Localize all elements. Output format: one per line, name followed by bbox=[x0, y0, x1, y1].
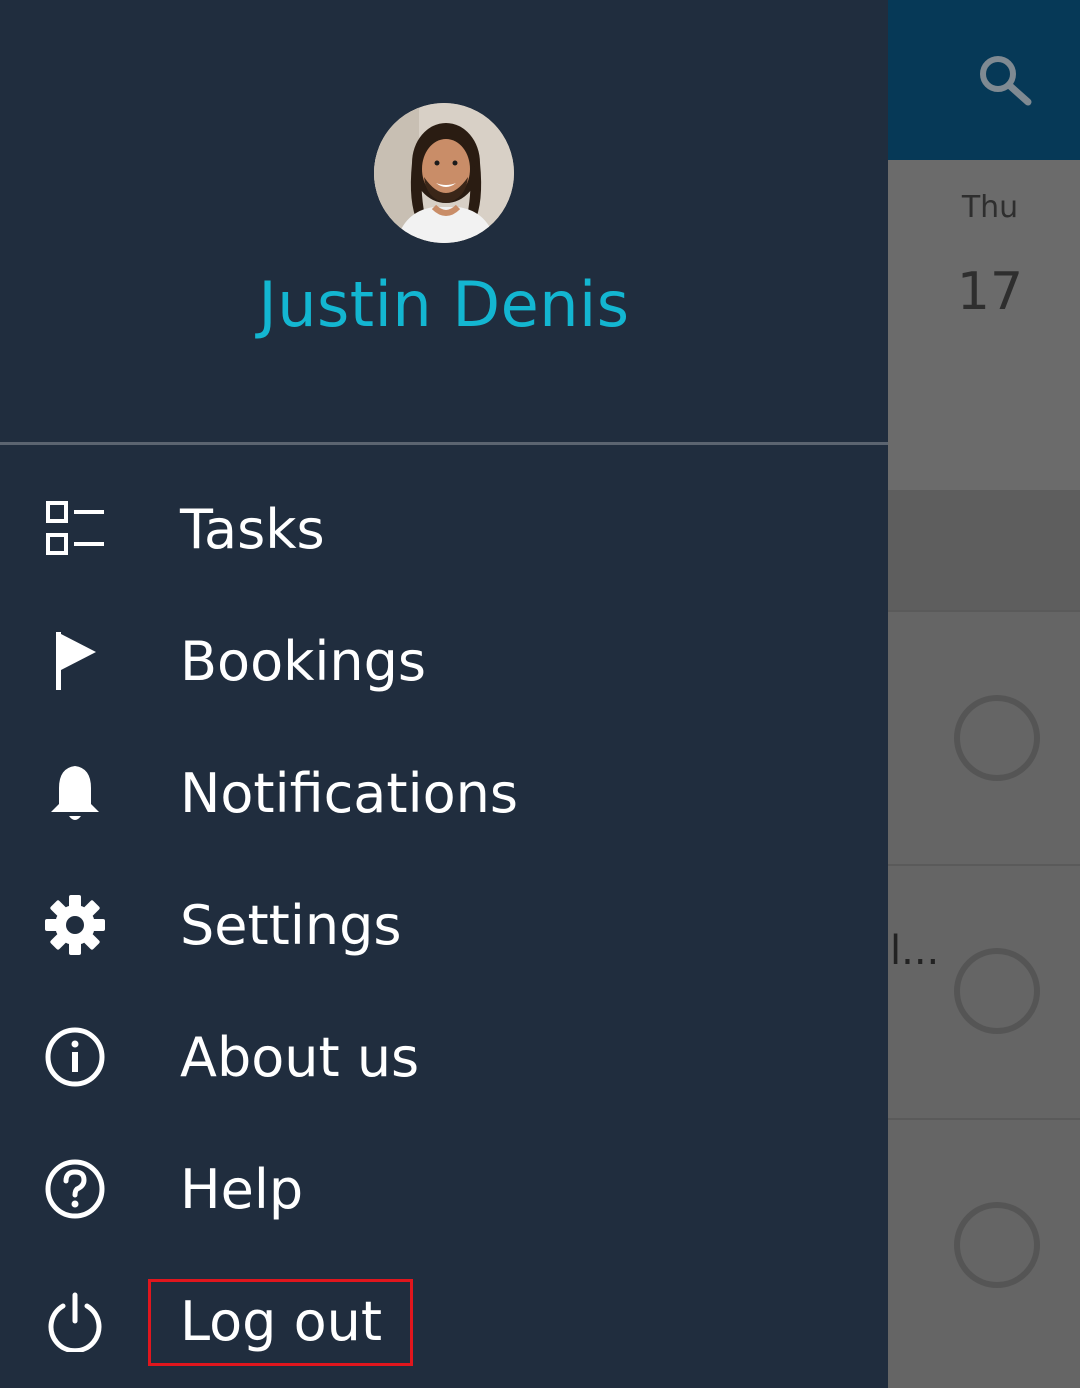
menu-item-notifications[interactable]: Notifications bbox=[0, 738, 888, 848]
menu-item-about-us[interactable]: About us bbox=[0, 1002, 888, 1112]
menu-label-settings: Settings bbox=[180, 894, 402, 957]
menu-label-tasks: Tasks bbox=[180, 498, 325, 561]
power-icon bbox=[40, 1288, 110, 1354]
navigation-drawer: Justin Denis Tasks Bookings Notification… bbox=[0, 0, 888, 1388]
info-icon bbox=[40, 1024, 110, 1090]
gear-icon bbox=[40, 892, 110, 958]
menu-label-bookings: Bookings bbox=[180, 630, 427, 693]
menu-label-about-us: About us bbox=[180, 1026, 420, 1089]
flag-icon bbox=[40, 628, 110, 694]
day-label[interactable]: Thu bbox=[940, 190, 1040, 225]
drawer-divider bbox=[0, 442, 888, 445]
menu-label-notifications: Notifications bbox=[180, 762, 518, 825]
menu-label-help: Help bbox=[180, 1158, 304, 1221]
date-number[interactable]: 17 bbox=[940, 262, 1040, 322]
avatar[interactable] bbox=[374, 103, 514, 243]
tasks-list-icon bbox=[40, 496, 110, 562]
user-name[interactable]: Justin Denis bbox=[0, 268, 888, 341]
help-icon bbox=[40, 1156, 110, 1222]
checkbox-circle[interactable] bbox=[954, 948, 1040, 1034]
menu-item-help[interactable]: Help bbox=[0, 1134, 888, 1244]
menu-item-bookings[interactable]: Bookings bbox=[0, 606, 888, 716]
checkbox-circle[interactable] bbox=[954, 695, 1040, 781]
checkbox-circle[interactable] bbox=[954, 1202, 1040, 1288]
section-band bbox=[888, 490, 1080, 610]
log-out-highlight-box bbox=[148, 1279, 413, 1366]
truncated-text: l... bbox=[890, 928, 940, 974]
search-icon[interactable] bbox=[976, 52, 1036, 108]
menu-item-settings[interactable]: Settings bbox=[0, 870, 888, 980]
menu-item-tasks[interactable]: Tasks bbox=[0, 474, 888, 584]
bell-icon bbox=[40, 760, 110, 826]
menu-item-log-out[interactable]: Log out bbox=[0, 1266, 888, 1376]
